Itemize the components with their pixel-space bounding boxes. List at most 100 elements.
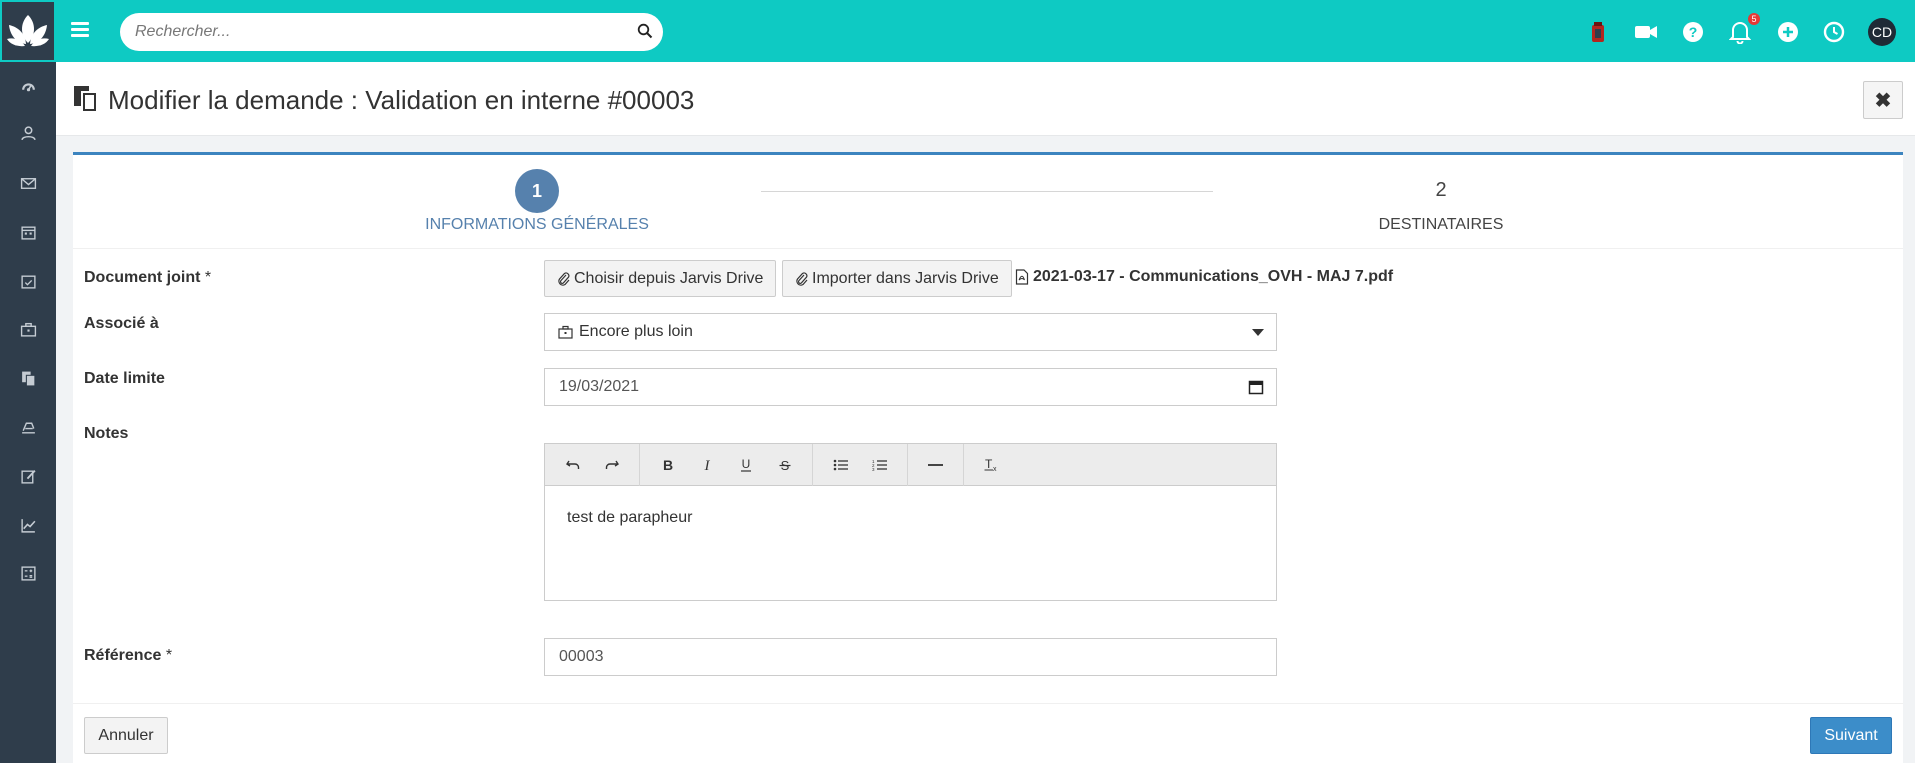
lotus-logo-icon	[7, 15, 49, 47]
cancel-button[interactable]: Annuler	[84, 717, 168, 754]
sidebar-item-calendar[interactable]	[0, 217, 56, 247]
step-1-label[interactable]: INFORMATIONS GÉNÉRALES	[425, 216, 649, 234]
signature-icon	[21, 422, 35, 434]
notifications-button[interactable]: 5	[1726, 13, 1760, 46]
search-bar	[120, 13, 663, 51]
parapheur-icon	[1592, 22, 1604, 42]
undo-icon	[565, 460, 579, 469]
step-2-indicator[interactable]: 2	[1426, 179, 1456, 202]
page-header: Modifier la demande : Validation en inte…	[56, 62, 1915, 136]
contacts-icon	[20, 125, 36, 140]
app-logo[interactable]	[0, 0, 56, 62]
chevron-down-icon	[1252, 329, 1264, 336]
italic-icon: I	[703, 458, 710, 472]
briefcase-icon	[558, 325, 573, 339]
bullet-list-button[interactable]	[821, 450, 860, 480]
sidebar-item-mail[interactable]	[0, 168, 56, 198]
sidebar-item-documents[interactable]	[0, 363, 56, 393]
svg-text:3: 3	[872, 467, 875, 471]
sidebar-item-tasks[interactable]	[0, 266, 56, 296]
history-group	[545, 443, 640, 486]
clear-formatting-button[interactable]: Tx	[972, 450, 1011, 480]
svg-text:B: B	[662, 458, 672, 472]
sidebar-item-calculator[interactable]	[0, 558, 56, 588]
bold-button[interactable]: B	[648, 450, 687, 480]
sidebar-item-dashboard[interactable]	[0, 71, 56, 101]
video-call-button[interactable]	[1631, 18, 1661, 46]
svg-text:T: T	[985, 458, 993, 471]
choose-from-drive-button[interactable]: Choisir depuis Jarvis Drive	[544, 260, 777, 297]
clock-icon	[1823, 21, 1845, 43]
search-icon[interactable]	[637, 23, 653, 39]
notes-editor: B I U S 123	[544, 443, 1277, 601]
format-group: B I U S	[640, 443, 813, 486]
deadline-label: Date limite	[84, 370, 165, 387]
calculator-icon	[20, 565, 36, 581]
underline-icon: U	[740, 457, 751, 472]
edit-icon	[20, 469, 36, 484]
clear-group: Tx	[964, 444, 1019, 486]
quick-add-button[interactable]	[1774, 18, 1802, 46]
notes-content[interactable]: test de parapheur	[545, 486, 1276, 550]
notification-badge: 5	[1748, 13, 1760, 25]
redo-button[interactable]	[592, 450, 631, 480]
underline-button[interactable]: U	[726, 450, 765, 480]
numbered-list-button[interactable]: 123	[860, 450, 899, 480]
editor-toolbar: B I U S 123	[545, 443, 1276, 486]
dashboard-icon	[21, 82, 35, 91]
step-connector	[761, 191, 1213, 192]
paperclip-icon	[558, 271, 570, 286]
briefcase-icon	[20, 322, 36, 337]
parapheur-shortcut[interactable]	[1584, 18, 1612, 46]
deadline-field[interactable]: 19/03/2021	[544, 368, 1277, 406]
tasks-icon	[20, 274, 36, 289]
calendar-icon	[20, 225, 36, 240]
chart-icon	[20, 518, 35, 533]
sidebar-item-contacts[interactable]	[0, 118, 56, 148]
close-icon: ✖	[1874, 89, 1892, 112]
svg-text:I: I	[703, 458, 710, 472]
divider	[73, 703, 1903, 704]
documents-icon	[74, 86, 98, 113]
strikethrough-icon: S	[779, 458, 790, 472]
menu-toggle-icon[interactable]	[71, 22, 89, 38]
calendar-icon[interactable]	[1248, 379, 1264, 395]
associated-select[interactable]: Encore plus loin	[544, 313, 1277, 351]
sidebar-item-signature[interactable]	[0, 412, 56, 442]
horizontal-rule-button[interactable]	[916, 450, 955, 480]
search-input[interactable]	[135, 23, 625, 41]
associated-label: Associé à	[84, 315, 159, 332]
svg-text:x: x	[993, 466, 997, 472]
step-2-label[interactable]: DESTINATAIRES	[1341, 216, 1541, 234]
close-button[interactable]: ✖	[1863, 81, 1903, 119]
bold-icon: B	[662, 458, 672, 472]
reference-label: Référence *	[84, 647, 173, 664]
undo-button[interactable]	[553, 450, 592, 480]
page-title: Modifier la demande : Validation en inte…	[108, 85, 695, 115]
user-menu[interactable]: CD	[1867, 18, 1897, 46]
svg-text:U: U	[741, 457, 750, 471]
step-1-indicator[interactable]: 1	[515, 169, 559, 213]
sidebar-item-briefcase[interactable]	[0, 314, 56, 344]
help-icon: ?	[1683, 22, 1703, 42]
top-navbar: ? 5 CD	[56, 0, 1915, 62]
attached-file[interactable]: 2021-03-17 - Communications_OVH - MAJ 7.…	[1015, 268, 1393, 286]
horizontal-rule-icon	[928, 463, 943, 466]
plus-circle-icon	[1778, 22, 1798, 42]
sidebar-item-edit[interactable]	[0, 461, 56, 491]
bell-icon	[1729, 22, 1751, 44]
help-button[interactable]: ?	[1679, 18, 1707, 46]
sidebar-item-statistics[interactable]	[0, 510, 56, 540]
reference-field[interactable]: 00003	[544, 638, 1277, 676]
pdf-file-icon	[1015, 269, 1029, 285]
list-group: 123	[813, 443, 908, 486]
sidebar	[0, 0, 56, 763]
next-button[interactable]: Suivant	[1810, 717, 1892, 754]
time-tracking-button[interactable]	[1820, 18, 1848, 46]
import-to-drive-button[interactable]: Importer dans Jarvis Drive	[782, 260, 1012, 297]
redo-icon	[605, 460, 619, 469]
strikethrough-button[interactable]: S	[765, 450, 804, 480]
italic-button[interactable]: I	[687, 450, 726, 480]
divider	[73, 248, 1903, 249]
insert-group	[908, 443, 964, 486]
